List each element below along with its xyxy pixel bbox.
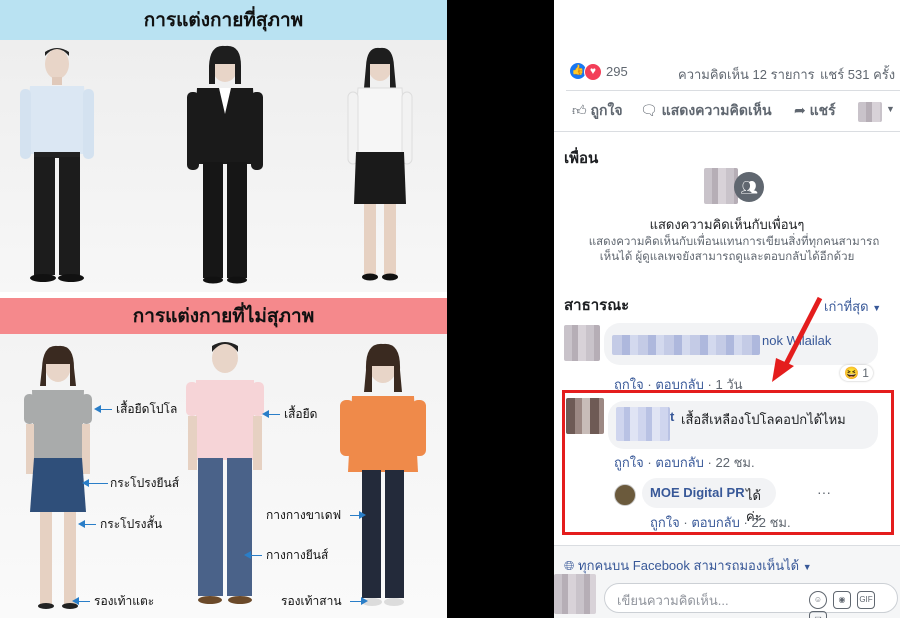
- reply-like-link[interactable]: ถูกใจ: [650, 515, 680, 530]
- woman-suit-figure: [187, 45, 263, 284]
- commenter-avatar[interactable]: [566, 398, 604, 434]
- caret-down-icon[interactable]: ▼: [886, 104, 895, 114]
- friends-heading: เพื่อน: [564, 150, 599, 167]
- camera-icon[interactable]: ◉: [833, 591, 851, 609]
- polite-dress-title: การแต่งกายที่สุภาพ: [0, 0, 447, 40]
- impolite-dress-title: การแต่งกายที่ไม่สุภาพ: [0, 298, 447, 334]
- thumbs-up-icon: 👍︎: [572, 102, 587, 118]
- divider: [566, 90, 900, 91]
- label-tshirt: เสื้อยืด: [284, 407, 318, 421]
- label-jean-skirt: กระโปรงยีนส์: [110, 476, 180, 490]
- speech-bubble-icon: 🗨︎: [640, 102, 658, 118]
- page-avatar[interactable]: [614, 484, 636, 506]
- comment-input[interactable]: เขียนความคิดเห็น... ☺ ◉ GIF ◪: [604, 583, 898, 618]
- gif-icon[interactable]: GIF: [857, 591, 875, 609]
- globe-icon: 🌐︎: [564, 558, 575, 573]
- jean-skirt-arrow: [82, 479, 108, 487]
- facebook-post-panel: 👍 ♥ 295 ความคิดเห็น 12 รายการ แชร์ 531 ค…: [554, 0, 900, 618]
- reply-actions: ถูกใจ · ตอบกลับ · 22 ชม.: [650, 515, 791, 530]
- like-button[interactable]: 👍︎ ถูกใจ: [572, 100, 623, 122]
- user-avatar: [554, 574, 596, 614]
- man-formal-figure: [20, 48, 94, 282]
- woman-blouse-figure: [340, 343, 426, 606]
- woman-skirt-figure: [347, 47, 413, 281]
- reactions-count[interactable]: 295: [606, 64, 628, 79]
- author-name-blurred: [616, 407, 670, 441]
- comment-actions: ถูกใจ · ตอบกลับ · 22 ชม.: [614, 455, 755, 470]
- friends-desc-line2: เห็นได้ ผู้ดูแลเพจยังสามารถดูและตอบกลับไ…: [599, 251, 855, 263]
- friends-title: แสดงความคิดเห็นกับเพื่อนๆ: [649, 217, 805, 232]
- reactions-bar: 👍 ♥ 295 ความคิดเห็น 12 รายการ แชร์ 531 ค…: [554, 62, 900, 82]
- comment-time[interactable]: 22 ชม.: [716, 455, 755, 470]
- audience-selector[interactable]: 🌐︎ ทุกคนบน Facebook สามารถมองเห็นได้ ▼: [564, 555, 812, 576]
- people-icon: 👥︎: [734, 172, 764, 202]
- divider: [554, 131, 900, 132]
- love-reaction-icon: ♥: [584, 63, 602, 81]
- share-arrow-icon: ➦: [794, 102, 806, 118]
- comment-reaction[interactable]: 😆 1: [840, 365, 873, 381]
- reply-reply-link[interactable]: ตอบกลับ: [691, 515, 740, 530]
- label-polo-shirt: เสื้อยืดโปโล: [116, 402, 178, 416]
- comment-reply-link[interactable]: ตอบกลับ: [655, 455, 704, 470]
- label-flip-flops: รองเท้าแตะ: [94, 594, 155, 608]
- public-heading: สาธารณะ: [564, 297, 630, 314]
- caret-down-icon: ▼: [872, 303, 882, 313]
- post-actions: 👍︎ ถูกใจ 🗨︎ แสดงความคิดเห็น ➦ แชร์ ▼: [554, 98, 900, 122]
- jeans-arrow: [244, 551, 262, 559]
- commenter-avatar[interactable]: [564, 325, 600, 361]
- label-short-skirt: กระโปรงสั้น: [100, 517, 163, 531]
- share-button[interactable]: ➦ แชร์: [794, 100, 836, 122]
- reply-bubble: MOE Digital PR ได้ค่ะ: [642, 478, 776, 524]
- flip-flops-arrow: [72, 597, 90, 605]
- comment-like-link[interactable]: ถูกใจ: [614, 455, 644, 470]
- comment-author[interactable]: t: [670, 409, 674, 424]
- short-skirt-arrow: [78, 520, 96, 528]
- tshirt-arrow: [262, 410, 280, 418]
- reply-author[interactable]: MOE Digital PR: [650, 485, 745, 500]
- author-name-blurred: [612, 335, 760, 355]
- label-jeans: กางกางยีนส์: [266, 548, 329, 562]
- caret-down-icon: ▼: [802, 562, 812, 572]
- comment-text: เสื้อสีเหลืองโปโลคอปกได้ไหม: [681, 412, 846, 427]
- man-tshirt-figure: [186, 342, 264, 604]
- more-options-icon[interactable]: ···: [817, 484, 831, 500]
- comment-bubble: nok Wilailak: [604, 323, 878, 365]
- sneakers-arrow: [350, 597, 368, 605]
- polite-dress-panel: [0, 40, 447, 292]
- dress-code-infographic: การแต่งกายที่สุภาพ การแต่งกายที่ไม่สุภาพ…: [0, 0, 447, 618]
- comment-button[interactable]: 🗨︎ แสดงความคิดเห็น: [640, 100, 772, 122]
- comment-input-placeholder: เขียนความคิดเห็น...: [617, 593, 729, 608]
- woman-polo-figure: [24, 345, 92, 609]
- label-sneakers: รองเท้าสาน: [281, 594, 342, 608]
- shares-count[interactable]: แชร์ 531 ครั้ง: [820, 64, 895, 85]
- comments-count[interactable]: ความคิดเห็น 12 รายการ: [678, 64, 815, 85]
- red-arrow: [772, 296, 823, 382]
- reply-time[interactable]: 22 ชม.: [752, 515, 791, 530]
- label-leggings: กางกางขาเดฟ: [266, 508, 342, 522]
- sort-dropdown[interactable]: เก่าที่สุด ▼: [824, 296, 881, 317]
- share-avatar[interactable]: [858, 102, 882, 122]
- leggings-arrow: [350, 511, 366, 519]
- friends-avatar: [704, 168, 738, 204]
- emoji-icon[interactable]: ☺: [809, 591, 827, 609]
- laugh-reaction-icon: 😆: [844, 366, 859, 380]
- sticker-icon[interactable]: ◪: [809, 611, 827, 618]
- comment-bubble: t เสื้อสีเหลืองโปโลคอปกได้ไหม: [608, 401, 878, 449]
- polo-arrow: [94, 405, 112, 413]
- impolite-dress-panel: [0, 334, 447, 618]
